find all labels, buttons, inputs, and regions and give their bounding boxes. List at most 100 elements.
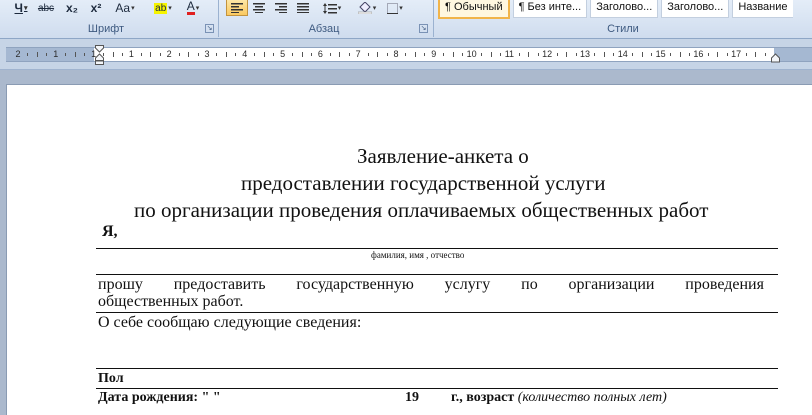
style-normal[interactable]: ¶ Обычный: [438, 0, 510, 19]
ruler-tick: [310, 53, 312, 56]
ruler-tick: [414, 52, 416, 57]
ruler-tick: [764, 53, 766, 56]
ruler-tick: [367, 53, 369, 56]
ruler-tick: [386, 53, 388, 56]
style-heading-2[interactable]: Заголово...: [661, 0, 730, 18]
font-dialog-launcher[interactable]: ↘: [205, 24, 214, 33]
align-center-button[interactable]: [248, 0, 270, 16]
highlight-button[interactable]: ab ▾: [148, 0, 178, 16]
age-hint: (количество полных лет): [517, 390, 667, 405]
ruler-tick: [499, 53, 501, 56]
strikethrough-button[interactable]: abc: [32, 0, 60, 16]
ruler-tick: [707, 53, 709, 56]
ruler-tick: [755, 52, 757, 57]
align-left-button[interactable]: [226, 0, 248, 16]
age-bold-label: г., возраст: [451, 390, 515, 405]
ruler-number: 4: [242, 49, 248, 59]
ruler-number: 13: [579, 49, 591, 59]
ruler-tick: [481, 53, 483, 56]
horizontal-ruler[interactable]: 2 1 1 1 2 3 4 5 6 7 8 9 10 11 12 13 14 15 16 17: [6, 47, 812, 62]
ruler-tick: [46, 53, 48, 56]
ruler-tick: [348, 53, 350, 56]
paragraph-buttons-row: ▾ ▾ ▾: [226, 0, 408, 16]
chevron-down-icon: ▾: [23, 5, 28, 12]
request-line-1: прошу предоставить государственную услуг…: [98, 276, 764, 294]
highlighter-icon: ab: [154, 2, 168, 14]
word: предоставить: [173, 276, 266, 293]
style-heading-1[interactable]: Заголово...: [590, 0, 659, 18]
ruler-tick: [641, 52, 643, 57]
paint-bucket-icon: [357, 2, 372, 14]
ruler-tick: [679, 52, 681, 57]
birth-date-label: Дата рождения: " ": [98, 390, 221, 405]
ruler-tick: [377, 52, 379, 57]
ribbon: Ч ▾ abc x₂ x² Aa ▾ ab ▾ A ▾ Шрифт ↘ ▾ ▾ ▾: [0, 0, 812, 39]
ruler-number: 3: [204, 49, 210, 59]
line-spacing-button[interactable]: ▾: [318, 0, 346, 16]
word: по: [521, 276, 538, 293]
font-buttons-row: Ч ▾ abc x₂ x² Aa ▾ ab ▾ A ▾: [10, 0, 208, 16]
style-no-spacing[interactable]: ¶ Без инте...: [512, 0, 588, 18]
font-color-button[interactable]: A ▾: [178, 0, 208, 16]
chevron-down-icon: ▾: [399, 5, 403, 12]
ruler-number: 17: [731, 49, 742, 59]
superscript-button[interactable]: x²: [84, 0, 108, 16]
chevron-down-icon: ▾: [372, 5, 377, 12]
ruler-tick: [556, 53, 558, 56]
change-case-button[interactable]: Aa ▾: [108, 0, 142, 16]
strikethrough-icon: abc: [37, 2, 55, 14]
ruler-number: 1: [128, 49, 134, 59]
align-right-button[interactable]: [270, 0, 292, 16]
ruler-tick: [216, 53, 218, 56]
underline-icon: Ч: [14, 1, 23, 15]
align-left-icon: [231, 2, 243, 13]
ruler-number: 14: [617, 49, 628, 59]
ruler-number: 1: [53, 49, 59, 59]
underline-button[interactable]: Ч ▾: [10, 0, 32, 16]
title-line-3: по организации проведения оплачиваемых о…: [134, 198, 709, 222]
ruler-tick: [490, 52, 492, 57]
request-line-2: общественных работ.: [98, 293, 244, 310]
ruler-number: 16: [693, 49, 704, 59]
paragraph-dialog-launcher[interactable]: ↘: [419, 24, 428, 33]
first-line-indent-marker[interactable]: [95, 45, 104, 65]
shading-button[interactable]: ▾: [352, 0, 382, 16]
ruler-tick: [651, 53, 653, 56]
word: проведения: [685, 276, 764, 293]
ruler-tick: [339, 52, 341, 57]
word: услугу: [444, 276, 491, 293]
ruler-tick: [254, 53, 256, 56]
right-indent-marker[interactable]: [771, 53, 780, 63]
ruler-number: 5: [280, 49, 286, 59]
ruler-tick: [726, 53, 728, 56]
ruler-tick: [225, 52, 227, 57]
ruler-tick: [140, 53, 142, 56]
borders-icon: [387, 2, 399, 14]
ruler-tick: [197, 53, 199, 56]
align-right-icon: [275, 3, 287, 13]
ruler-tick: [405, 53, 407, 56]
ruler-tick: [443, 53, 445, 56]
style-title[interactable]: Название: [732, 0, 793, 18]
word: государственную: [296, 276, 414, 293]
subscript-button[interactable]: x₂: [60, 0, 84, 16]
ruler-tick: [301, 52, 303, 57]
ruler-number: 15: [655, 49, 666, 59]
word: организации: [568, 276, 655, 293]
align-center-icon: [253, 3, 265, 13]
ruler-tick: [670, 53, 672, 56]
ruler-tick: [235, 53, 237, 56]
table-row-line: [96, 388, 778, 389]
ruler-tick: [566, 52, 568, 57]
ruler-tick: [263, 52, 265, 57]
justify-button[interactable]: [292, 0, 314, 16]
ruler-tick: [575, 53, 577, 56]
justify-icon: [297, 3, 309, 13]
borders-button[interactable]: ▾: [382, 0, 408, 16]
chevron-down-icon: ▾: [131, 5, 135, 12]
document-page[interactable]: Заявление-анкета о предоставлении госуда…: [6, 84, 812, 415]
ruler-tick: [112, 52, 114, 57]
ruler-tick: [329, 53, 331, 56]
ruler-number: 2: [15, 49, 21, 59]
ruler-tick: [537, 53, 539, 56]
